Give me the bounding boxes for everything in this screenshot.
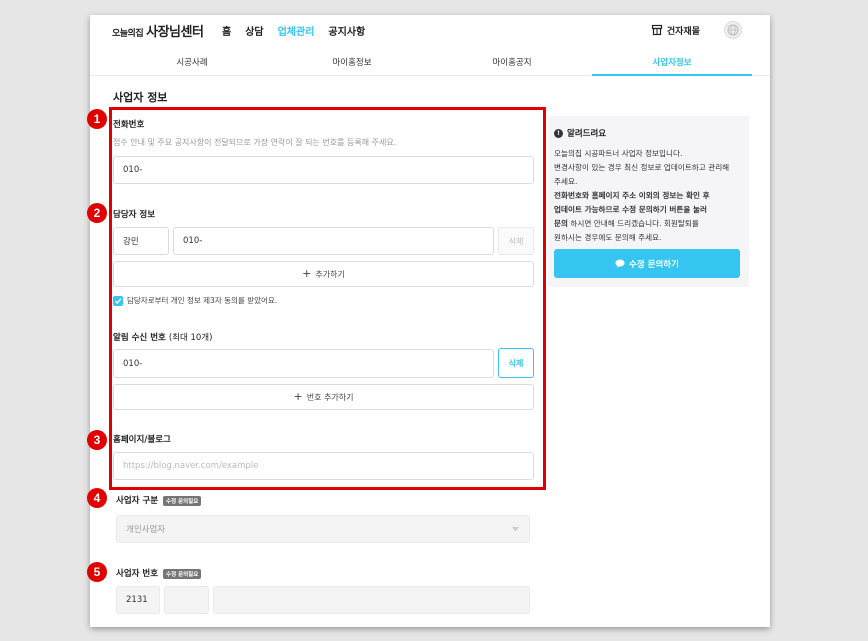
nav-company-management[interactable]: 업체관리 <box>278 23 315 38</box>
tab-myhome-info[interactable]: 마이홈정보 <box>272 53 432 75</box>
building-materials-mall-link[interactable]: 건자재몰 <box>651 24 700 37</box>
notice-line: 오늘의집 시공파트너 사업자 정보입니다. <box>554 149 683 158</box>
notice-title-text: 알려드려요 <box>567 129 607 139</box>
business-number-part2 <box>164 586 209 614</box>
profile-avatar[interactable] <box>724 21 742 39</box>
store-icon <box>651 24 662 36</box>
brand-small: 오늘의집 <box>112 29 144 39</box>
annotation-badge-5: 5 <box>87 562 107 582</box>
speech-bubble-icon <box>615 259 625 268</box>
notice-body: 오늘의집 시공파트너 사업자 정보입니다. 변경사항이 있는 경우 최신 정보로… <box>554 147 746 245</box>
tab-construction-cases[interactable]: 시공사례 <box>112 53 272 75</box>
business-number-title: 사업자 번호 <box>116 569 159 579</box>
sub-tabs: 시공사례 마이홈정보 마이홈공지 사업자정보 <box>90 53 770 76</box>
inquiry-required-badge: 수정 문의필요 <box>163 568 202 579</box>
notice-title: ! 알려드려요 <box>554 127 606 139</box>
inquiry-required-badge: 수정 문의필요 <box>163 495 202 506</box>
tab-business-info[interactable]: 사업자정보 <box>592 53 752 76</box>
info-icon: ! <box>554 128 563 138</box>
edit-inquiry-button[interactable]: 수정 문의하기 <box>554 249 740 278</box>
business-number-part3 <box>213 586 530 614</box>
nav-home[interactable]: 홈 <box>222 23 231 38</box>
notice-line-bold: 업데이트 가능하므로 수정 문의하기 버튼을 눌러 <box>554 205 707 214</box>
business-type-value: 개인사업자 <box>126 525 166 535</box>
annotation-badge-4: 4 <box>87 488 107 508</box>
business-number-part1: 2131 <box>116 586 160 614</box>
business-type-title: 사업자 구분 <box>116 496 159 506</box>
tab-myhome-notice[interactable]: 마이홈공지 <box>432 53 592 75</box>
globe-icon <box>727 24 739 36</box>
notice-line: 변경사항이 있는 경우 최신 정보로 업데이트하고 관리해 <box>554 163 730 172</box>
main-nav: 홈 상담 업체관리 공지사항 <box>222 23 365 38</box>
nav-notice[interactable]: 공지사항 <box>328 23 365 38</box>
business-type-label: 사업자 구분 수정 문의필요 <box>116 494 202 506</box>
brand-logo[interactable]: 오늘의집 사장님센터 <box>112 21 204 40</box>
nav-consult[interactable]: 상담 <box>245 23 263 38</box>
annotation-highlight-box <box>109 107 546 490</box>
edit-inquiry-label: 수정 문의하기 <box>629 259 679 270</box>
builder-label: 건자재몰 <box>666 26 700 37</box>
chevron-down-icon <box>512 527 519 532</box>
brand-title: 사장님센터 <box>146 25 204 40</box>
notice-line: 원하시는 경우에도 문의해 주세요. <box>554 233 662 242</box>
header-right: 건자재몰 <box>651 21 742 39</box>
business-type-select: 개인사업자 <box>116 515 530 543</box>
business-number-label: 사업자 번호 수정 문의필요 <box>116 567 202 579</box>
notice-line-bold: 전화번호와 홈페이지 주소 이외의 정보는 확인 후 <box>554 191 710 200</box>
page-title: 사업자 정보 <box>113 91 168 104</box>
annotation-badge-1: 1 <box>87 109 107 129</box>
notice-panel: ! 알려드려요 오늘의집 시공파트너 사업자 정보입니다. 변경사항이 있는 경… <box>548 116 749 287</box>
annotation-badge-3: 3 <box>87 430 107 450</box>
annotation-badge-2: 2 <box>87 203 107 223</box>
notice-line-mixed: 문의 하시면 안내해 드리겠습니다. 회원탈퇴를 <box>554 219 699 228</box>
top-header: 오늘의집 사장님센터 홈 상담 업체관리 공지사항 건자재몰 <box>90 15 770 45</box>
notice-line: 주세요. <box>554 177 578 186</box>
